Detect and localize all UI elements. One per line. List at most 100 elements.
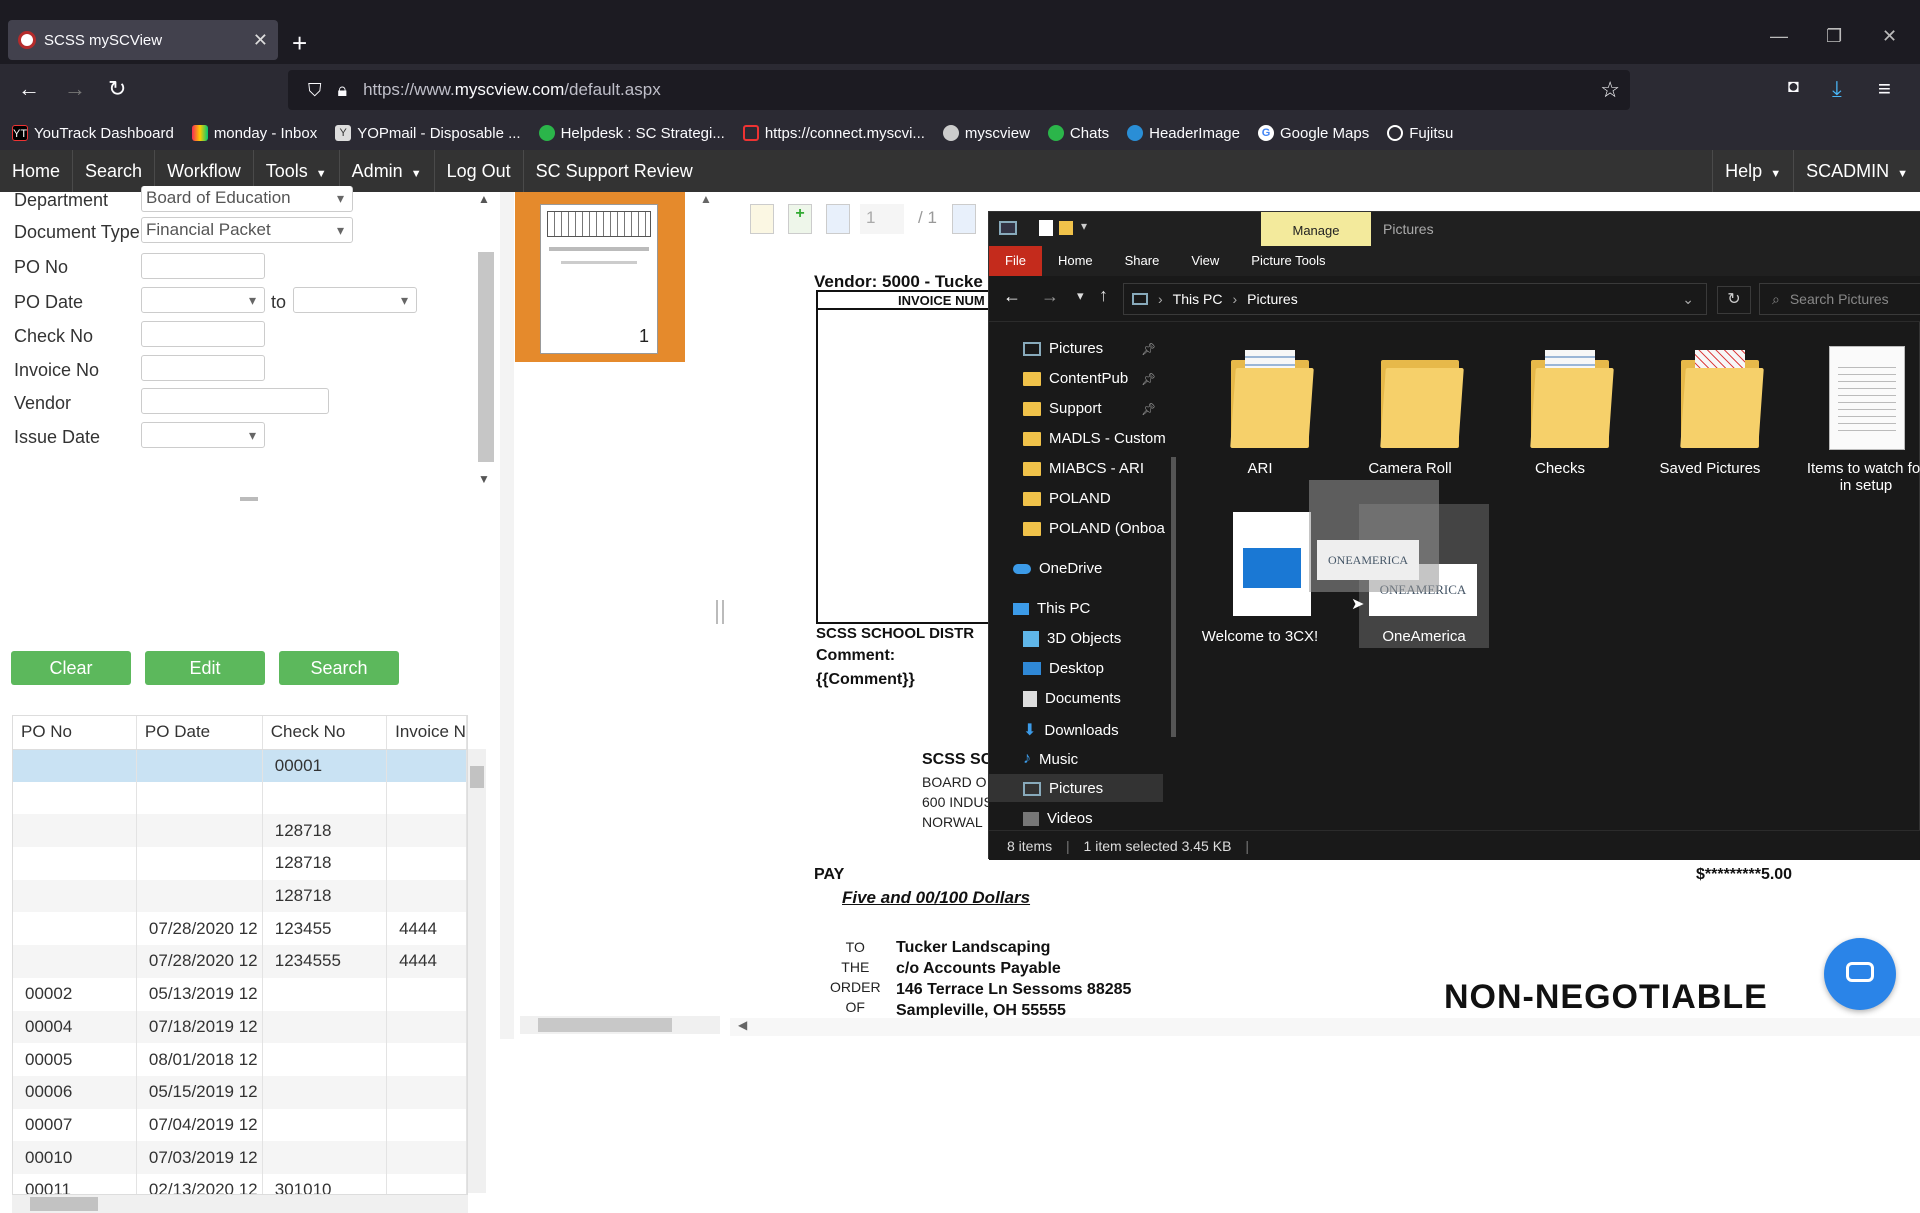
page-number-input[interactable]: 1 [860, 204, 904, 234]
folder-saved-pictures-icon[interactable] [1680, 350, 1764, 448]
nav-quick-contentpub[interactable]: ContentPub 📌︎ [1023, 370, 1156, 387]
text-file-icon[interactable] [1829, 346, 1905, 450]
close-tab-icon[interactable]: ✕ [253, 30, 268, 51]
nav-quick-support[interactable]: Support 📌︎ [1023, 400, 1156, 417]
nav-quick-poland[interactable]: POLAND [1023, 490, 1111, 507]
bookmark-fujitsu[interactable]: Fujitsu [1387, 125, 1453, 142]
new-tab-icon[interactable]: + [292, 28, 307, 59]
menu-sc-support-review[interactable]: SC Support Review [524, 150, 705, 192]
reload-icon[interactable]: ↻ [108, 76, 126, 102]
table-row[interactable]: 128718 [13, 814, 467, 848]
grid-hscroll-thumb[interactable] [30, 1197, 98, 1211]
col-po-date[interactable]: PO Date [136, 716, 263, 750]
menu-logout[interactable]: Log Out [435, 150, 524, 192]
download-icon[interactable]: ⤓ [1832, 76, 1842, 102]
table-row[interactable]: 00007 07/04/2019 12 [13, 1108, 467, 1142]
explorer-path-bar[interactable]: › This PC › Pictures ⌄ [1123, 283, 1707, 315]
table-row[interactable]: 00011 02/13/2020 12 301010 [13, 1173, 467, 1194]
nav-3d-objects[interactable]: 3D Objects [1023, 630, 1121, 647]
folder-ari-icon[interactable] [1230, 350, 1314, 448]
clear-button[interactable]: Clear [11, 651, 131, 685]
nav-onedrive[interactable]: OneDrive [1013, 560, 1102, 577]
bookmark-headerimage[interactable]: HeaderImage [1127, 125, 1240, 142]
ribbon-share[interactable]: Share [1109, 246, 1176, 276]
new-folder-icon[interactable] [1059, 221, 1073, 235]
vendor-input[interactable] [141, 388, 329, 414]
bookmark-myscview[interactable]: myscview [942, 125, 1030, 142]
nav-quick-poland-onboard[interactable]: POLAND (Onboa [1023, 520, 1165, 537]
nav-downloads[interactable]: ⬇ Downloads [1023, 720, 1119, 740]
table-row[interactable]: 128718 [13, 879, 467, 913]
department-select[interactable]: Board of Education [141, 186, 353, 212]
forward-icon[interactable]: → [64, 76, 86, 102]
bookmark-star-icon[interactable]: ☆ [1600, 77, 1620, 103]
item-items-to-watch[interactable]: Items to watch for in setup [1801, 460, 1920, 494]
folder-checks-icon[interactable] [1530, 350, 1614, 448]
menu-home[interactable]: Home [0, 150, 74, 192]
bookmark-yopmail[interactable]: Y YOPmail - Disposable ... [335, 125, 521, 142]
path-pictures[interactable]: Pictures [1247, 291, 1298, 307]
table-row[interactable]: 00002 05/13/2019 12 [13, 977, 467, 1011]
ribbon-picture-tools[interactable]: Picture Tools [1235, 246, 1341, 276]
back-icon[interactable]: ← [18, 76, 40, 102]
invoice-no-input[interactable] [141, 355, 265, 381]
nav-videos[interactable]: Videos [1023, 810, 1093, 827]
chat-bubble-button[interactable] [1824, 938, 1896, 1010]
menu-help[interactable]: Help ▼ [1712, 150, 1795, 192]
bookmark-monday[interactable]: monday - Inbox [191, 125, 317, 142]
form-scrollbar[interactable] [478, 252, 494, 462]
manage-tab[interactable]: Manage [1261, 212, 1371, 246]
panel-splitter[interactable] [500, 192, 514, 1039]
shield-icon[interactable]: ⛉ [308, 80, 322, 101]
table-row[interactable]: 07/28/2020 12 123455 4444 [13, 912, 467, 946]
scroll-up-icon[interactable]: ▲ [478, 192, 490, 206]
recent-locations-icon[interactable]: ▾ [1077, 288, 1084, 304]
nav-this-pc[interactable]: This PC [1013, 600, 1090, 617]
explorer-search-box[interactable]: ⌕ Search Pictures [1759, 283, 1920, 315]
table-row[interactable]: 00001 [13, 749, 467, 782]
item-checks[interactable]: Checks [1495, 460, 1625, 477]
nav-desktop[interactable]: Desktop [1023, 660, 1104, 677]
table-row[interactable]: 00010 07/03/2019 12 [13, 1141, 467, 1174]
folder-camera-roll-icon[interactable] [1380, 350, 1464, 448]
grid-scroll-thumb[interactable] [470, 766, 484, 788]
search-button[interactable]: Search [279, 651, 399, 685]
table-row[interactable]: 07/28/2020 12 1234555 4444 [13, 945, 467, 978]
item-ari[interactable]: ARI [1195, 460, 1325, 477]
path-dropdown-icon[interactable]: ⌄ [1682, 291, 1694, 308]
viewer-splitter[interactable] [716, 600, 724, 624]
nav-scrollbar[interactable] [1167, 342, 1179, 822]
up-folder-icon[interactable]: ↑ [1099, 285, 1108, 306]
menu-admin[interactable]: Admin ▼ [340, 150, 435, 192]
table-row[interactable]: 128718 [13, 847, 467, 880]
thumb-scroll-up-icon[interactable]: ▲ [700, 192, 712, 206]
add-page-icon[interactable]: + [788, 204, 812, 234]
browser-tab[interactable]: SCSS mySCView ✕ [8, 20, 278, 60]
col-invoice-no[interactable]: Invoice N [386, 716, 467, 750]
bookmark-chats[interactable]: Chats [1047, 125, 1109, 142]
table-row[interactable]: 00004 07/18/2019 12 [13, 1010, 467, 1044]
url-bar[interactable]: ⛉ 🔒︎ https://www. myscview.com/default.as… [288, 70, 1630, 110]
issue-date-select[interactable] [141, 422, 265, 448]
col-check-no[interactable]: Check No [262, 716, 388, 750]
nav-pictures[interactable]: Pictures [1023, 780, 1103, 797]
item-oneamerica[interactable]: OneAmerica [1359, 628, 1489, 645]
nav-quick-madls[interactable]: MADLS - Custom [1023, 430, 1166, 447]
new-page-icon[interactable] [750, 204, 774, 234]
scroll-down-icon[interactable]: ▼ [478, 472, 490, 486]
email-file-icon[interactable] [1233, 512, 1311, 616]
lock-icon[interactable]: 🔒︎ [338, 80, 348, 101]
col-po-no[interactable]: PO No [13, 716, 137, 750]
splitter-handle[interactable] [240, 497, 258, 501]
table-row[interactable]: 00006 05/15/2019 12 [13, 1075, 467, 1109]
refresh-icon[interactable]: ↻ [1717, 286, 1751, 314]
customize-toolbar-icon[interactable]: ▾ [1081, 219, 1087, 233]
restore-icon[interactable]: ❐ [1826, 26, 1842, 47]
nav-quick-pictures[interactable]: Pictures 📌︎ [1023, 340, 1156, 357]
ribbon-file[interactable]: File [989, 246, 1042, 276]
explorer-back-icon[interactable]: ← [1003, 286, 1021, 307]
viewer-hscrollbar[interactable] [730, 1018, 1920, 1036]
close-window-icon[interactable]: ✕ [1882, 26, 1897, 47]
po-date-from-select[interactable] [141, 287, 265, 313]
nav-quick-miabcs[interactable]: MIABCS - ARI [1023, 460, 1144, 477]
